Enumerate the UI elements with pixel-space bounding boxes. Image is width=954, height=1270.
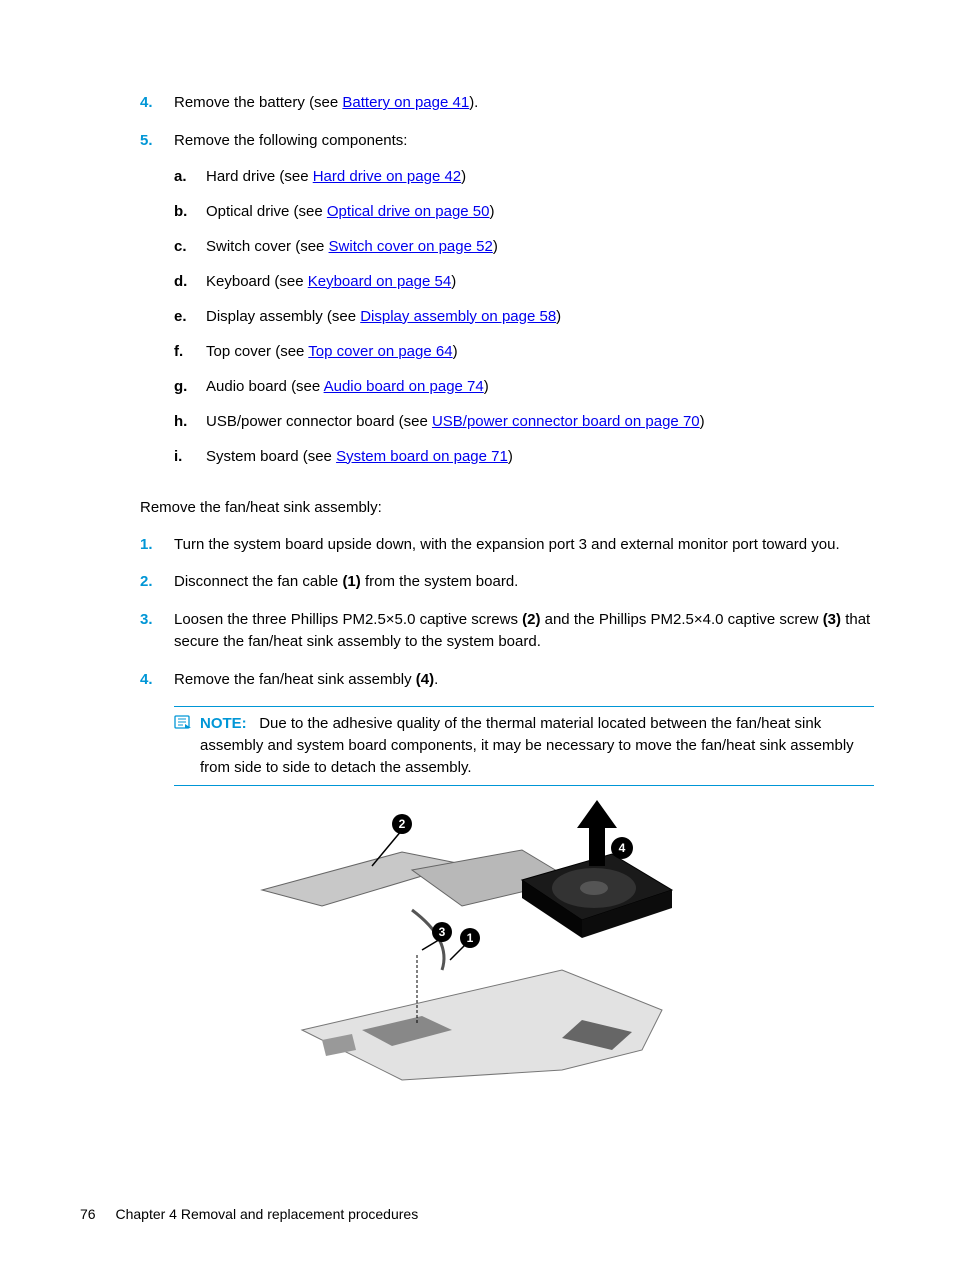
page-footer: 76 Chapter 4 Removal and replacement pro… xyxy=(80,1206,418,1222)
callout-4: 4 xyxy=(611,837,633,859)
svg-text:4: 4 xyxy=(619,841,626,855)
text: ) xyxy=(493,238,498,255)
text: Remove the battery (see xyxy=(174,94,342,111)
sub-content: USB/power connector board (see USB/power… xyxy=(206,411,874,432)
text: ) xyxy=(484,378,489,395)
cross-reference-link[interactable]: Optical drive on page 50 xyxy=(327,203,490,220)
sub-marker: f. xyxy=(174,341,206,362)
note-label: NOTE: xyxy=(200,715,247,732)
cross-reference-link[interactable]: System board on page 71 xyxy=(336,448,508,465)
cross-reference-link[interactable]: Hard drive on page 42 xyxy=(313,168,461,185)
sub-step: c.Switch cover (see Switch cover on page… xyxy=(174,236,874,257)
exploded-diagram: 2 3 1 4 xyxy=(80,800,874,1104)
step-content: Turn the system board upside down, with … xyxy=(174,534,874,556)
text: Display assembly (see xyxy=(206,308,360,325)
cross-reference-link[interactable]: Audio board on page 74 xyxy=(324,378,484,395)
text: Keyboard (see xyxy=(206,273,308,290)
chapter-title: Chapter 4 Removal and replacement proced… xyxy=(115,1206,418,1222)
sub-content: Keyboard (see Keyboard on page 54) xyxy=(206,271,874,292)
sub-marker: i. xyxy=(174,446,206,467)
cross-reference-link[interactable]: Switch cover on page 52 xyxy=(329,238,493,255)
sub-content: Audio board (see Audio board on page 74) xyxy=(206,376,874,397)
sub-marker: e. xyxy=(174,306,206,327)
sub-content: Display assembly (see Display assembly o… xyxy=(206,306,874,327)
text: ) xyxy=(490,203,495,220)
step-marker: 3. xyxy=(140,609,174,653)
step-marker: 4. xyxy=(140,92,174,114)
step-4: 4. Remove the battery (see Battery on pa… xyxy=(140,92,874,114)
sub-marker: c. xyxy=(174,236,206,257)
text: Top cover (see xyxy=(206,343,308,360)
text: Optical drive (see xyxy=(206,203,327,220)
sub-marker: g. xyxy=(174,376,206,397)
text: Audio board (see xyxy=(206,378,324,395)
sub-step: e.Display assembly (see Display assembly… xyxy=(174,306,874,327)
svg-text:1: 1 xyxy=(467,931,474,945)
text: Switch cover (see xyxy=(206,238,329,255)
svg-text:3: 3 xyxy=(439,925,446,939)
cross-reference-link[interactable]: USB/power connector board on page 70 xyxy=(432,413,700,430)
text: ) xyxy=(451,273,456,290)
page-number: 76 xyxy=(80,1206,96,1222)
text: System board (see xyxy=(206,448,336,465)
sub-step: a.Hard drive (see Hard drive on page 42) xyxy=(174,166,874,187)
sub-marker: d. xyxy=(174,271,206,292)
sub-step: b.Optical drive (see Optical drive on pa… xyxy=(174,201,874,222)
step: 4.Remove the fan/heat sink assembly (4). xyxy=(140,669,874,691)
callout-3: 3 xyxy=(422,922,452,950)
sub-marker: h. xyxy=(174,411,206,432)
sub-content: Optical drive (see Optical drive on page… xyxy=(206,201,874,222)
sub-marker: a. xyxy=(174,166,206,187)
text: USB/power connector board (see xyxy=(206,413,432,430)
note-icon xyxy=(174,713,192,778)
sub-content: System board (see System board on page 7… xyxy=(206,446,874,467)
document-page: 4. Remove the battery (see Battery on pa… xyxy=(0,0,954,1270)
link-battery[interactable]: Battery on page 41 xyxy=(342,94,469,111)
note-text: Due to the adhesive quality of the therm… xyxy=(200,715,854,776)
procedure-list-b: 1.Turn the system board upside down, wit… xyxy=(140,534,874,691)
sub-content: Hard drive (see Hard drive on page 42) xyxy=(206,166,874,187)
sub-step: d.Keyboard (see Keyboard on page 54) xyxy=(174,271,874,292)
sub-content: Switch cover (see Switch cover on page 5… xyxy=(206,236,874,257)
text: ) xyxy=(453,343,458,360)
note-box: NOTE: Due to the adhesive quality of the… xyxy=(174,706,874,785)
cross-reference-link[interactable]: Display assembly on page 58 xyxy=(360,308,556,325)
text: Hard drive (see xyxy=(206,168,313,185)
callout-1: 1 xyxy=(450,928,480,960)
text: ) xyxy=(508,448,513,465)
sub-marker: b. xyxy=(174,201,206,222)
sub-step: g.Audio board (see Audio board on page 7… xyxy=(174,376,874,397)
sub-step: h.USB/power connector board (see USB/pow… xyxy=(174,411,874,432)
text: ) xyxy=(700,413,705,430)
step-marker: 5. xyxy=(140,130,174,481)
sub-content: Top cover (see Top cover on page 64) xyxy=(206,341,874,362)
sub-step: i.System board (see System board on page… xyxy=(174,446,874,467)
step: 2.Disconnect the fan cable (1) from the … xyxy=(140,571,874,593)
sub-step-list: a.Hard drive (see Hard drive on page 42)… xyxy=(174,166,874,467)
procedure-list-a: 4. Remove the battery (see Battery on pa… xyxy=(140,92,874,481)
sub-step: f.Top cover (see Top cover on page 64) xyxy=(174,341,874,362)
step-content: Remove the fan/heat sink assembly (4). xyxy=(174,669,874,691)
intro-paragraph: Remove the fan/heat sink assembly: xyxy=(140,497,874,518)
svg-text:2: 2 xyxy=(399,817,406,831)
step: 1.Turn the system board upside down, wit… xyxy=(140,534,874,556)
step-5: 5. Remove the following components: a.Ha… xyxy=(140,130,874,481)
step-marker: 4. xyxy=(140,669,174,691)
step-content: Disconnect the fan cable (1) from the sy… xyxy=(174,571,874,593)
cross-reference-link[interactable]: Keyboard on page 54 xyxy=(308,273,451,290)
cross-reference-link[interactable]: Top cover on page 64 xyxy=(308,343,452,360)
step-content: Remove the following components: a.Hard … xyxy=(174,130,874,481)
step: 3.Loosen the three Phillips PM2.5×5.0 ca… xyxy=(140,609,874,653)
text: ) xyxy=(556,308,561,325)
step-marker: 2. xyxy=(140,571,174,593)
note-body: NOTE: Due to the adhesive quality of the… xyxy=(200,713,874,778)
step-content: Remove the battery (see Battery on page … xyxy=(174,92,874,114)
step-content: Loosen the three Phillips PM2.5×5.0 capt… xyxy=(174,609,874,653)
step-marker: 1. xyxy=(140,534,174,556)
text: Remove the following components: xyxy=(174,132,407,149)
text: ). xyxy=(469,94,478,111)
text: ) xyxy=(461,168,466,185)
